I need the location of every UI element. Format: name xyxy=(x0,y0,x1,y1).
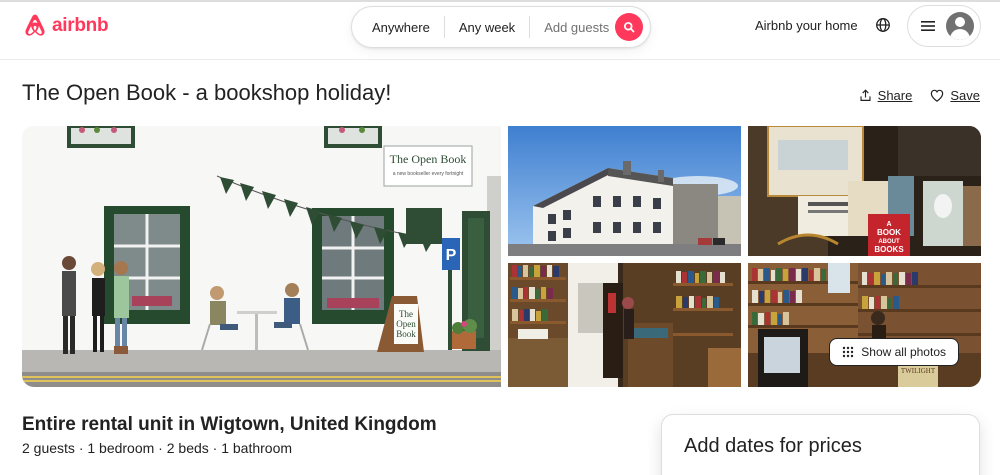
language-button[interactable] xyxy=(875,17,891,38)
listing-type-location: Entire rental unit in Wigtown, United Ki… xyxy=(22,414,437,435)
host-link[interactable]: Airbnb your home xyxy=(755,18,858,33)
photo-shop-interior[interactable] xyxy=(508,263,741,387)
show-all-photos-button[interactable]: Show all photos xyxy=(829,338,959,366)
svg-text:P: P xyxy=(446,247,457,264)
airbnb-logo-icon xyxy=(25,14,45,36)
grid-dots-icon xyxy=(843,346,854,358)
share-icon xyxy=(860,89,871,101)
book-display-line1: A xyxy=(886,221,891,228)
search-button[interactable] xyxy=(615,13,643,41)
main-sign-text: The Open Book xyxy=(390,152,467,166)
search-guests[interactable]: Add guests xyxy=(530,20,623,35)
booking-card: Add dates for prices xyxy=(661,414,980,475)
search-location[interactable]: Anywhere xyxy=(352,20,444,35)
shelf-book-label: TWILIGHT xyxy=(901,367,936,375)
hamburger-icon xyxy=(921,21,935,31)
book-display-line4: BOOKS xyxy=(874,245,904,254)
photo-book-display[interactable]: A BOOK ABOUT BOOKS xyxy=(748,126,981,256)
save-label: Save xyxy=(950,88,980,103)
door-sign-line3: Book xyxy=(396,329,416,339)
door-sign-line1: The xyxy=(399,309,413,319)
search-icon xyxy=(623,21,635,33)
photo-street-view[interactable] xyxy=(508,126,741,256)
book-display-line2: BOOK xyxy=(877,228,901,237)
user-avatar-icon xyxy=(946,12,974,40)
share-button[interactable]: Share xyxy=(859,88,913,103)
user-menu-button[interactable] xyxy=(907,5,981,47)
show-all-photos-label: Show all photos xyxy=(861,345,946,359)
globe-icon xyxy=(876,18,890,32)
listing-actions: Share Save xyxy=(859,88,980,103)
share-label: Share xyxy=(877,88,913,103)
save-button[interactable]: Save xyxy=(930,88,980,103)
search-bar[interactable]: Anywhere Any week Add guests xyxy=(351,6,651,48)
brand-name: airbnb xyxy=(52,15,109,36)
photo-bookshelves[interactable]: TWILIGHT xyxy=(748,263,981,387)
photo-gallery: The Open Book a new bookseller every for… xyxy=(22,126,981,387)
site-header: airbnb Anywhere Any week Add guests Airb… xyxy=(0,2,1000,60)
listing-details: 2 guests · 1 bedroom · 2 beds · 1 bathro… xyxy=(22,440,293,456)
search-week[interactable]: Any week xyxy=(445,20,529,35)
listing-title: The Open Book - a bookshop holiday! xyxy=(22,80,392,105)
main-sign-subtext: a new bookseller every fortnight xyxy=(393,171,464,177)
photo-main-storefront[interactable]: The Open Book a new bookseller every for… xyxy=(22,126,501,387)
door-sign-line2: Open xyxy=(396,319,416,329)
booking-heading: Add dates for prices xyxy=(684,435,862,457)
heart-icon xyxy=(931,89,944,102)
airbnb-logo[interactable]: airbnb xyxy=(22,12,109,40)
